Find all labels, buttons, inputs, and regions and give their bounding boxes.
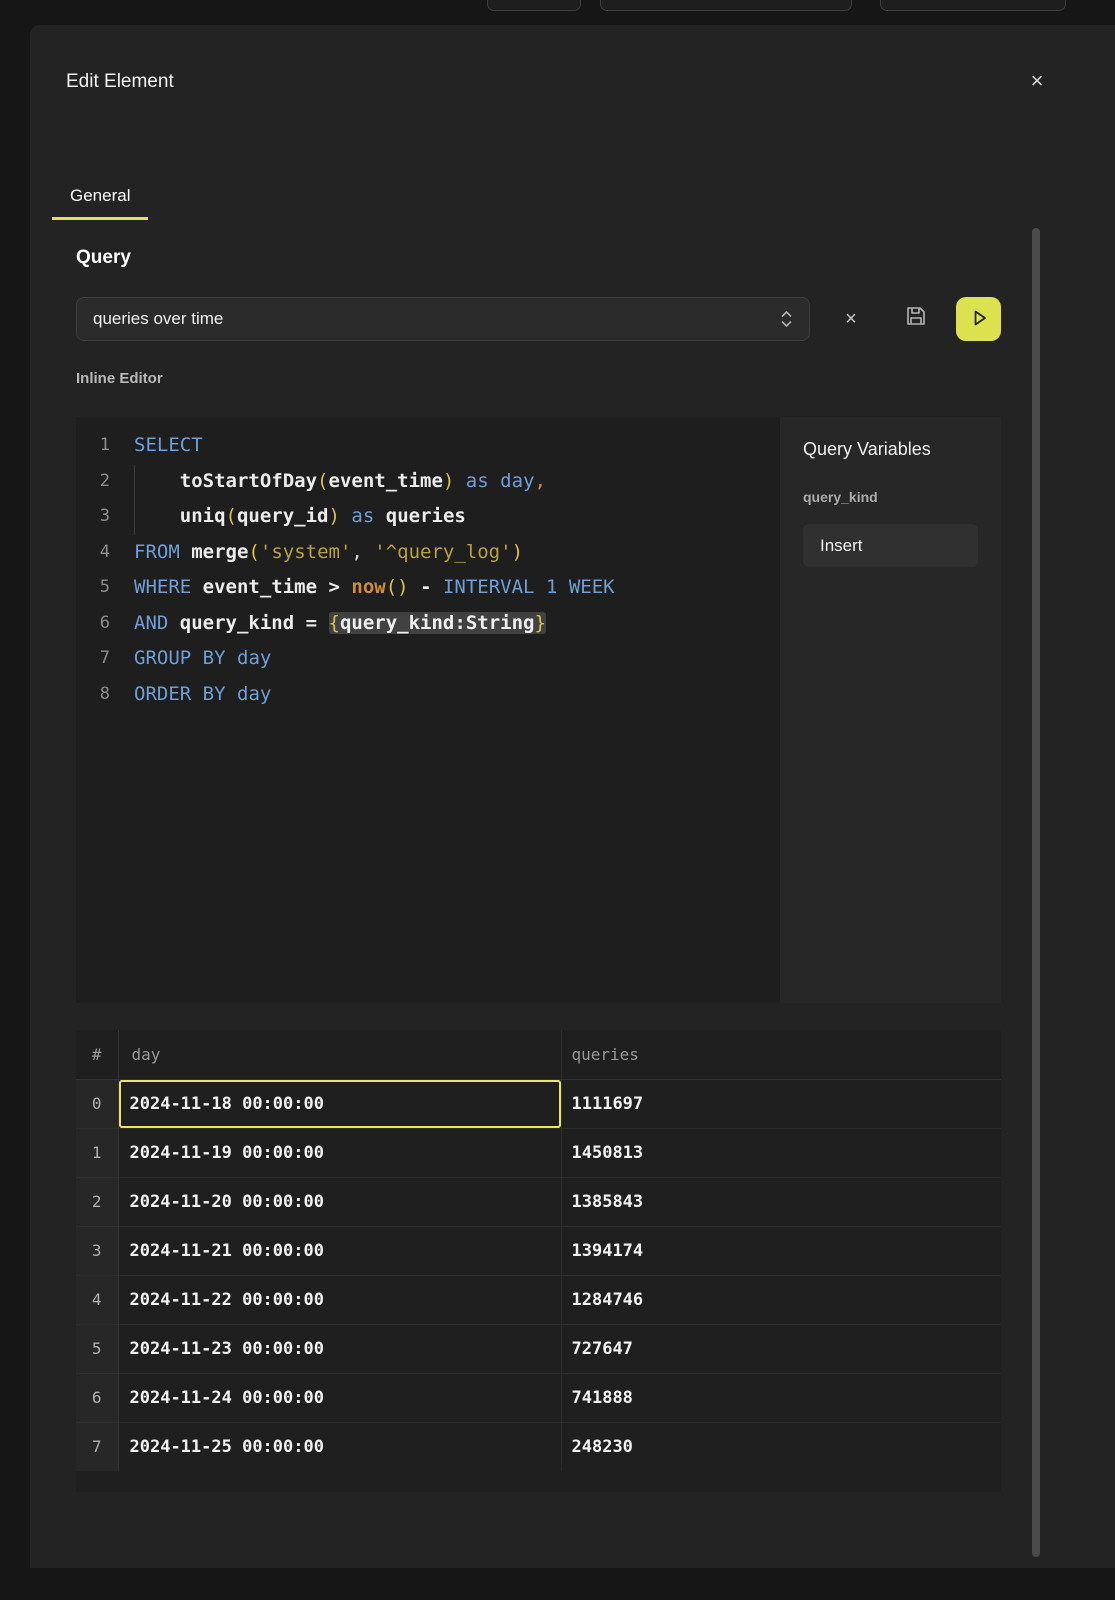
table-row: 42024-11-22 00:00:001284746 <box>76 1275 1001 1324</box>
code-text: uniq(query_id) as queries <box>134 499 466 535</box>
code-lines: 1SELECT2 toStartOfDay(event_time) as day… <box>76 428 780 712</box>
code-line[interactable]: 6 AND query_kind = {query_kind:String} <box>76 606 780 642</box>
day-cell[interactable]: 2024-11-19 00:00:00 <box>118 1128 561 1177</box>
day-cell[interactable]: 2024-11-18 00:00:00 <box>118 1079 561 1128</box>
table-row: 12024-11-19 00:00:001450813 <box>76 1128 1001 1177</box>
sql-editor[interactable]: 1SELECT2 toStartOfDay(event_time) as day… <box>76 417 780 1003</box>
row-index: 6 <box>76 1373 118 1422</box>
row-index: 2 <box>76 1177 118 1226</box>
background-button <box>880 0 1066 11</box>
day-cell[interactable]: 2024-11-23 00:00:00 <box>118 1324 561 1373</box>
code-line[interactable]: 5 WHERE event_time > now() - INTERVAL 1 W… <box>76 570 780 606</box>
tab-general[interactable]: General <box>52 175 148 220</box>
code-line[interactable]: 3 uniq(query_id) as queries <box>76 499 780 535</box>
queries-cell[interactable]: 248230 <box>561 1422 1001 1471</box>
table-row: 02024-11-18 00:00:001111697 <box>76 1079 1001 1128</box>
play-icon <box>968 307 990 332</box>
code-text: AND query_kind = {query_kind:String} <box>134 606 546 642</box>
code-line[interactable]: 1 SELECT <box>76 428 780 464</box>
query-section-heading: Query <box>76 247 131 269</box>
line-number: 8 <box>76 677 110 713</box>
queries-cell[interactable]: 727647 <box>561 1324 1001 1373</box>
line-number: 2 <box>76 464 110 500</box>
queries-cell[interactable]: 1385843 <box>561 1177 1001 1226</box>
close-icon[interactable]: × <box>1023 67 1051 95</box>
run-query-button[interactable] <box>956 297 1001 341</box>
line-number: 4 <box>76 535 110 571</box>
queries-cell[interactable]: 741888 <box>561 1373 1001 1422</box>
code-line[interactable]: 4 FROM merge('system', '^query_log') <box>76 535 780 571</box>
code-line[interactable]: 8 ORDER BY day <box>76 677 780 713</box>
day-cell[interactable]: 2024-11-21 00:00:00 <box>118 1226 561 1275</box>
indent-guide <box>134 465 135 535</box>
line-number: 7 <box>76 641 110 677</box>
tab-general-label: General <box>70 186 130 206</box>
chevron-up-down-icon <box>780 308 793 330</box>
query-select[interactable]: queries over time <box>76 297 810 341</box>
background-button <box>600 0 852 11</box>
code-line[interactable]: 2 toStartOfDay(event_time) as day, <box>76 464 780 500</box>
queries-cell[interactable]: 1394174 <box>561 1226 1001 1275</box>
edit-element-modal: Edit Element × General Query queries ove… <box>30 25 1115 1568</box>
column-header-day[interactable]: day <box>118 1030 561 1079</box>
table-row: 22024-11-20 00:00:001385843 <box>76 1177 1001 1226</box>
column-header-index[interactable]: # <box>76 1030 118 1079</box>
line-number: 5 <box>76 570 110 606</box>
code-text: toStartOfDay(event_time) as day, <box>134 464 546 500</box>
code-text: SELECT <box>134 428 203 464</box>
insert-button-label: Insert <box>820 536 863 556</box>
queries-cell[interactable]: 1450813 <box>561 1128 1001 1177</box>
modal-title: Edit Element <box>66 71 174 93</box>
column-header-queries[interactable]: queries <box>561 1030 1001 1079</box>
table-row: 62024-11-24 00:00:00741888 <box>76 1373 1001 1422</box>
code-line[interactable]: 7 GROUP BY day <box>76 641 780 677</box>
query-variables-title: Query Variables <box>803 439 931 460</box>
row-index: 5 <box>76 1324 118 1373</box>
row-index: 4 <box>76 1275 118 1324</box>
line-number: 1 <box>76 428 110 464</box>
results-table: # day queries 02024-11-18 00:00:00111169… <box>76 1030 1001 1492</box>
background-button <box>487 0 581 11</box>
inline-editor: 1SELECT2 toStartOfDay(event_time) as day… <box>76 417 1001 1003</box>
code-text: ORDER BY day <box>134 677 271 713</box>
row-index: 0 <box>76 1079 118 1128</box>
day-cell[interactable]: 2024-11-22 00:00:00 <box>118 1275 561 1324</box>
code-text: GROUP BY day <box>134 641 271 677</box>
variable-name-label: query_kind <box>803 489 878 505</box>
day-cell[interactable]: 2024-11-20 00:00:00 <box>118 1177 561 1226</box>
save-query-button[interactable] <box>899 301 933 335</box>
insert-variable-button[interactable]: Insert <box>803 524 978 567</box>
table-row: 52024-11-23 00:00:00727647 <box>76 1324 1001 1373</box>
queries-cell[interactable]: 1284746 <box>561 1275 1001 1324</box>
clear-query-button[interactable]: × <box>837 305 865 333</box>
row-index: 3 <box>76 1226 118 1275</box>
query-variables-panel: Query Variables query_kind Insert <box>780 417 1001 1003</box>
code-text: FROM merge('system', '^query_log') <box>134 535 523 571</box>
inline-editor-label: Inline Editor <box>76 370 163 387</box>
code-text: WHERE event_time > now() - INTERVAL 1 WE… <box>134 570 615 606</box>
row-index: 1 <box>76 1128 118 1177</box>
save-icon <box>904 304 928 333</box>
table-row: 72024-11-25 00:00:00248230 <box>76 1422 1001 1471</box>
line-number: 3 <box>76 499 110 535</box>
line-number: 6 <box>76 606 110 642</box>
row-index: 7 <box>76 1422 118 1471</box>
queries-cell[interactable]: 1111697 <box>561 1079 1001 1128</box>
table-row: 32024-11-21 00:00:001394174 <box>76 1226 1001 1275</box>
day-cell[interactable]: 2024-11-25 00:00:00 <box>118 1422 561 1471</box>
query-select-value: queries over time <box>93 309 223 329</box>
results-tbody: 02024-11-18 00:00:00111169712024-11-19 0… <box>76 1079 1001 1471</box>
table-header-row: # day queries <box>76 1030 1001 1079</box>
modal-scrollbar[interactable] <box>1032 228 1040 1557</box>
day-cell[interactable]: 2024-11-24 00:00:00 <box>118 1373 561 1422</box>
